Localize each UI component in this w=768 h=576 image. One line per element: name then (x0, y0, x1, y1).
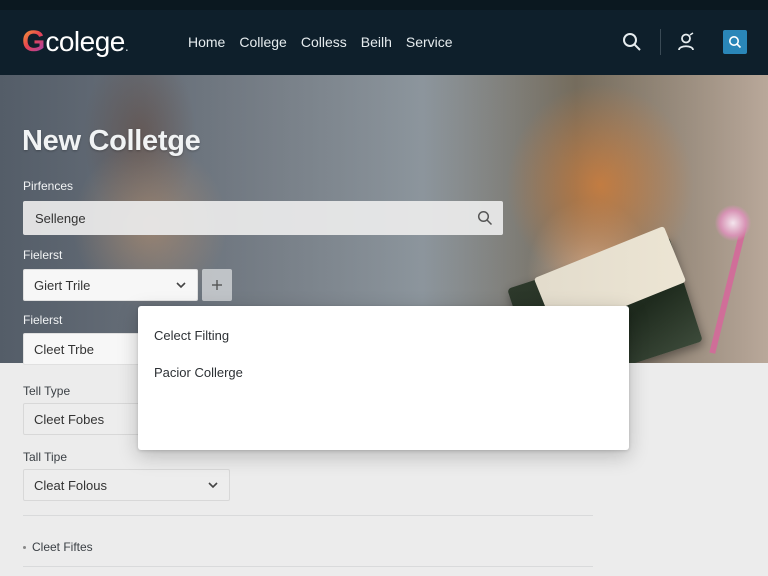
header-divider (660, 29, 661, 55)
nav-beilh[interactable]: Beilh (361, 34, 392, 50)
filter1-value: Giert Trile (34, 277, 91, 293)
list-item[interactable]: Cleet Fiftes (32, 540, 93, 554)
logo-text: colege (45, 26, 125, 57)
nav-home[interactable]: Home (188, 34, 225, 50)
tall-type-value: Cleet Fobes (34, 411, 105, 427)
chevron-down-icon (176, 282, 186, 289)
nav-service[interactable]: Service (406, 34, 453, 50)
logo-dot: . (124, 38, 129, 54)
dropdown-option[interactable]: Celect Filting (154, 328, 229, 343)
filter1-label: Fielerst (23, 248, 63, 262)
search-button[interactable] (723, 30, 747, 54)
main-nav: Home College Colless Beilh Service (188, 34, 453, 50)
plus-icon (212, 280, 222, 290)
hero-pen-image (709, 226, 747, 354)
search-input[interactable] (33, 209, 477, 227)
search-label: Pirfences (23, 179, 74, 193)
nav-colless[interactable]: Colless (301, 34, 347, 50)
logo-mark: G (22, 25, 46, 58)
section-divider (23, 515, 593, 516)
dropdown-menu: Celect Filting Pacior Collerge (138, 306, 629, 450)
add-filter-button[interactable] (202, 269, 232, 301)
hero-flower-image (715, 205, 751, 241)
chevron-down-icon (208, 482, 218, 489)
page-title: New Colletge (22, 125, 201, 157)
nav-college[interactable]: College (239, 34, 286, 50)
top-strip (0, 0, 768, 10)
user-icon[interactable] (676, 32, 696, 52)
tall-tipe-label: Tall Tipe (23, 450, 68, 464)
tall-type-label: Tell Type (23, 384, 71, 398)
tall-tipe-value: Cleat Folous (34, 477, 107, 493)
search-icon (729, 36, 742, 49)
filter1-select[interactable]: Giert Trile (23, 269, 198, 301)
logo[interactable]: G colege . (22, 24, 129, 60)
filter2-label: Fielerst (23, 313, 63, 327)
search-icon[interactable] (477, 210, 493, 226)
dropdown-option[interactable]: Pacior Collerge (154, 365, 243, 380)
search-field[interactable] (23, 201, 503, 235)
list-bullet (23, 546, 26, 549)
site-header: G colege . Home College Colless Beilh Se… (0, 10, 768, 75)
tall-tipe-select[interactable]: Cleat Folous (23, 469, 230, 501)
filter2-value: Cleet Trbe (34, 341, 94, 357)
section-divider (23, 566, 593, 567)
search-icon[interactable] (622, 32, 642, 52)
